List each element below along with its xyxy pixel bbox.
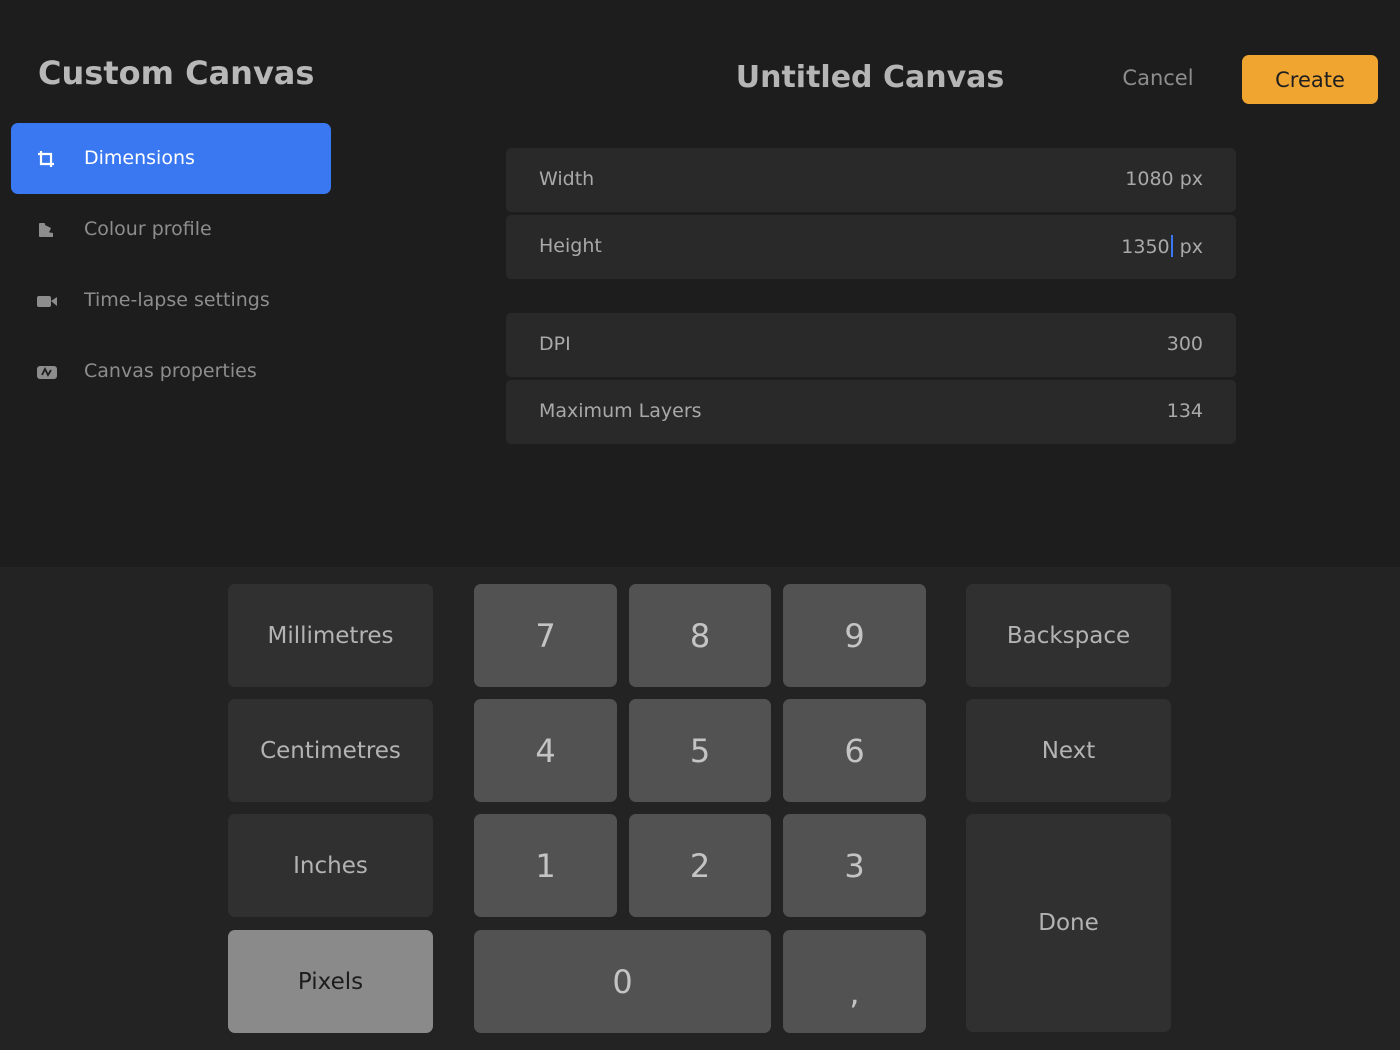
panel-title: Custom Canvas — [38, 54, 315, 92]
dpi-field[interactable]: DPI 300 — [506, 313, 1236, 377]
canvas-title[interactable]: Untitled Canvas — [700, 60, 1040, 95]
text-caret — [1170, 235, 1173, 257]
sidebar-item-canvas-properties[interactable]: Canvas properties — [11, 336, 331, 407]
unit-key-pixels[interactable]: Pixels — [228, 930, 433, 1033]
sidebar-item-time-lapse-settings[interactable]: Time-lapse settings — [11, 265, 331, 336]
unit-key-centimetres[interactable]: Centimetres — [228, 699, 433, 802]
max-layers-label: Maximum Layers — [539, 400, 702, 422]
height-field[interactable]: Height 1350 px — [506, 215, 1236, 279]
digit-key-5[interactable]: 5 — [629, 699, 771, 802]
digit-key-2[interactable]: 2 — [629, 814, 771, 917]
width-value: 1080 px — [1125, 168, 1203, 190]
sidebar-item-dimensions[interactable]: Dimensions — [11, 123, 331, 194]
height-unit: px — [1173, 236, 1203, 258]
unit-key-inches[interactable]: Inches — [228, 814, 433, 917]
digit-key-6[interactable]: 6 — [783, 699, 926, 802]
digit-key-1[interactable]: 1 — [474, 814, 617, 917]
canvas-settings-panel: Custom Canvas Dimensions Colour profile — [0, 0, 1400, 567]
dpi-label: DPI — [539, 333, 571, 355]
sidebar-item-label: Colour profile — [84, 218, 212, 240]
create-button[interactable]: Create — [1242, 55, 1378, 104]
sidebar-item-label: Dimensions — [84, 147, 195, 169]
sidebar-item-colour-profile[interactable]: Colour profile — [11, 194, 331, 265]
height-label: Height — [539, 235, 602, 257]
colour-swatch-icon — [36, 220, 56, 240]
numeric-keypad: Millimetres Centimetres Inches Pixels 7 … — [0, 567, 1400, 1050]
next-key[interactable]: Next — [966, 699, 1171, 802]
backspace-key[interactable]: Backspace — [966, 584, 1171, 687]
crop-icon — [36, 149, 56, 169]
height-number: 1350 — [1121, 236, 1170, 258]
comma-key[interactable]: , — [783, 930, 926, 1033]
max-layers-value: 134 — [1166, 400, 1203, 422]
canvas-properties-icon — [36, 362, 57, 382]
unit-key-millimetres[interactable]: Millimetres — [228, 584, 433, 687]
digit-key-4[interactable]: 4 — [474, 699, 617, 802]
digit-key-0[interactable]: 0 — [474, 930, 771, 1033]
dpi-value: 300 — [1166, 333, 1203, 355]
cancel-button[interactable]: Cancel — [1108, 66, 1208, 90]
digit-key-7[interactable]: 7 — [474, 584, 617, 687]
done-key[interactable]: Done — [966, 814, 1171, 1032]
width-field[interactable]: Width 1080 px — [506, 148, 1236, 212]
digit-key-3[interactable]: 3 — [783, 814, 926, 917]
sidebar-item-label: Time-lapse settings — [84, 289, 270, 311]
width-label: Width — [539, 168, 595, 190]
max-layers-field[interactable]: Maximum Layers 134 — [506, 380, 1236, 444]
digit-key-9[interactable]: 9 — [783, 584, 926, 687]
height-value: 1350 px — [1121, 235, 1203, 258]
sidebar-item-label: Canvas properties — [84, 360, 257, 382]
video-camera-icon — [36, 291, 57, 311]
digit-key-8[interactable]: 8 — [629, 584, 771, 687]
